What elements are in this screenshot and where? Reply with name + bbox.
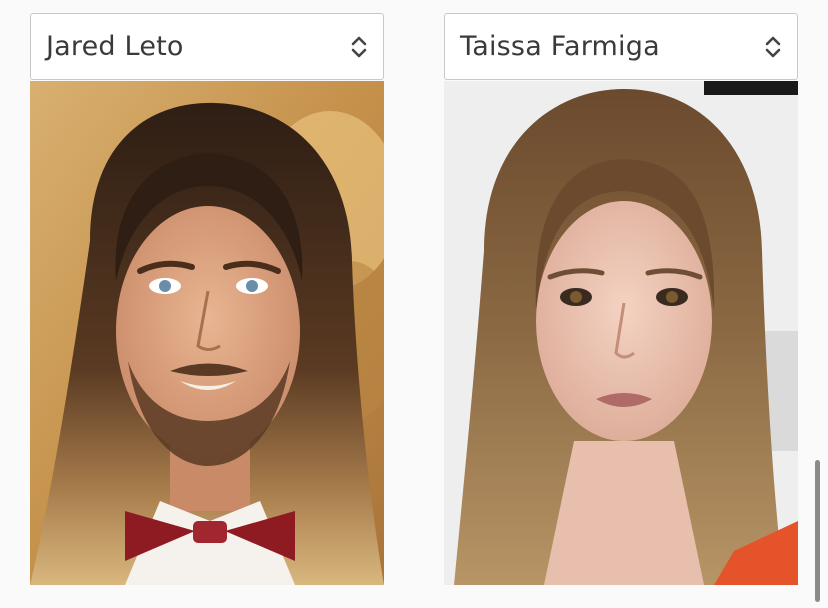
- person-card-right: Taissa Farmiga: [444, 13, 798, 585]
- person-photo-left: [30, 81, 384, 585]
- chevron-up-down-icon: [351, 36, 367, 57]
- person-select-right[interactable]: Taissa Farmiga: [444, 13, 798, 80]
- portrait-left-image: [30, 81, 384, 585]
- person-select-right-value: Taissa Farmiga: [460, 31, 660, 62]
- comparison-page: Jared Leto Taissa Farmiga: [0, 0, 828, 608]
- person-photo-right: [444, 81, 798, 585]
- chevron-up-down-icon: [765, 36, 781, 57]
- portrait-right-image: [444, 81, 798, 585]
- person-select-left-value: Jared Leto: [46, 31, 184, 62]
- vertical-scrollbar[interactable]: [815, 460, 820, 602]
- person-select-left[interactable]: Jared Leto: [30, 13, 384, 80]
- person-card-left: Jared Leto: [30, 13, 384, 585]
